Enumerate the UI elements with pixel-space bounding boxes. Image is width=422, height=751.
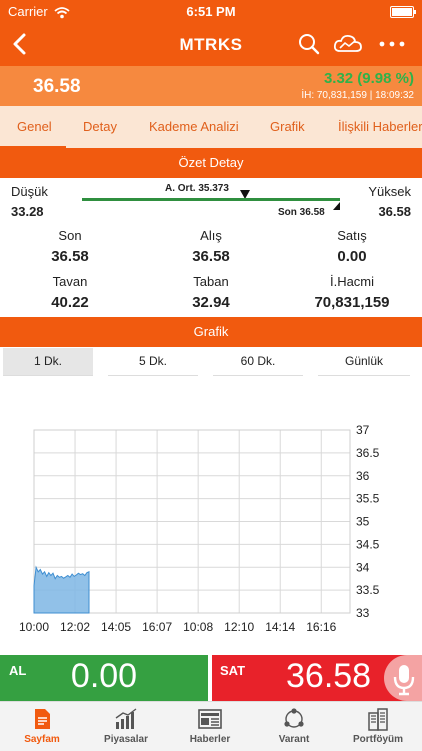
x-tick-label: 10:08 xyxy=(183,620,213,634)
tab-kademe-analizi[interactable]: Kademe Analizi xyxy=(149,106,239,148)
low-label: Düşük xyxy=(11,184,48,199)
tabbar-varant[interactable]: Varant xyxy=(252,702,336,751)
high-label: Yüksek xyxy=(368,184,411,199)
buy-value: 0.00 xyxy=(70,657,138,695)
tavan-value: 40.22 xyxy=(51,294,89,311)
last-price: 36.58 xyxy=(33,76,81,97)
tab-genel[interactable]: Genel xyxy=(17,106,52,148)
price-change: 3.32 (9.98 %) xyxy=(323,70,414,87)
y-tick-label: 35 xyxy=(356,515,370,529)
tabbar-sayfam[interactable]: Sayfam xyxy=(0,702,84,751)
period-daily[interactable]: Günlük xyxy=(318,348,410,376)
x-axis-ticks: 10:00 12:02 14:05 16:07 10:08 12:10 14:14 16:16 xyxy=(19,620,337,634)
x-tick-label: 10:00 xyxy=(19,620,49,634)
network-icon xyxy=(284,708,304,728)
y-tick-label: 33 xyxy=(356,606,370,620)
satis-value: 0.00 xyxy=(337,248,367,265)
bar-chart-icon xyxy=(115,708,137,729)
y-tick-label: 36 xyxy=(356,469,370,483)
y-tick-label: 34 xyxy=(356,560,370,574)
y-axis-ticks: 37 36.5 36 35.5 35 34.5 34 33.5 33 xyxy=(356,423,380,620)
summary-header: Özet Detay xyxy=(0,148,422,178)
tabbar-portfoyum-label: Portföyüm xyxy=(353,734,403,745)
islem-hacmi-label: İ.Hacmi xyxy=(329,274,375,289)
y-tick-label: 34.5 xyxy=(356,537,380,551)
price-chart: 37 36.5 36 35.5 35 34.5 34 33.5 33 10:00 12:02 14:… xyxy=(19,423,380,634)
tabbar-varant-label: Varant xyxy=(278,734,310,745)
x-tick-label: 14:14 xyxy=(265,620,295,634)
son-value: 36.58 xyxy=(51,248,89,265)
tab-iliskili-haberler[interactable]: İlişkili Haberler xyxy=(338,106,422,148)
alis-label: Alış xyxy=(200,228,222,243)
cloud-chart-icon xyxy=(333,34,362,52)
taban-value: 32.94 xyxy=(192,294,230,311)
battery-icon xyxy=(390,6,416,18)
period-1-min[interactable]: 1 Dk. xyxy=(3,348,93,376)
last-price-marker xyxy=(333,202,340,210)
tabbar-haberler[interactable]: Haberler xyxy=(168,702,252,751)
status-time: 6:51 PM xyxy=(186,4,236,19)
microphone-button[interactable] xyxy=(384,655,422,701)
more-button[interactable] xyxy=(376,31,408,57)
y-tick-label: 33.5 xyxy=(356,583,380,597)
period-5-min[interactable]: 5 Dk. xyxy=(108,348,198,376)
sell-value: 36.58 xyxy=(286,657,372,695)
high-value: 36.58 xyxy=(378,204,411,219)
alis-value: 36.58 xyxy=(192,248,230,265)
x-tick-label: 14:05 xyxy=(101,620,131,634)
document-icon xyxy=(35,709,50,729)
bottom-tab-bar: Sayfam Piyasalar Haberler Varant Portföy… xyxy=(0,701,422,751)
y-tick-label: 37 xyxy=(356,423,370,437)
cloud-chart-button[interactable] xyxy=(332,31,364,57)
x-tick-label: 12:02 xyxy=(60,620,90,634)
x-tick-label: 16:16 xyxy=(306,620,336,634)
tavan-label: Tavan xyxy=(52,274,88,289)
tabbar-piyasalar-label: Piyasalar xyxy=(104,734,148,745)
tab-grafik[interactable]: Grafik xyxy=(270,106,305,148)
tabbar-haberler-label: Haberler xyxy=(189,734,231,745)
tabbar-piyasalar[interactable]: Piyasalar xyxy=(84,702,168,751)
taban-label: Taban xyxy=(193,274,229,289)
more-dots-icon xyxy=(379,41,405,47)
period-60-min[interactable]: 60 Dk. xyxy=(213,348,303,376)
tabbar-sayfam-label: Sayfam xyxy=(24,734,60,745)
volume-time: İH: 70,831,159 | 18:09:32 xyxy=(301,90,414,101)
buy-box[interactable]: AL 0.00 xyxy=(0,655,208,701)
islem-hacmi-value: 70,831,159 xyxy=(314,294,390,311)
low-value: 33.28 xyxy=(11,204,44,219)
buildings-icon xyxy=(368,708,388,731)
last-price-label: Son 36.58 xyxy=(278,207,325,218)
x-tick-label: 16:07 xyxy=(142,620,172,634)
tab-detay[interactable]: Detay xyxy=(83,106,117,148)
tab-bar: Genel Detay Kademe Analizi Grafik İlişki… xyxy=(0,106,422,148)
chart-header: Grafik xyxy=(0,317,422,347)
son-label: Son xyxy=(58,228,82,243)
satis-label: Satış xyxy=(337,228,367,243)
tabbar-portfoyum[interactable]: Portföyüm xyxy=(336,702,420,751)
search-icon xyxy=(299,34,320,55)
average-label: A. Ort. 35.373 xyxy=(165,183,229,194)
search-button[interactable] xyxy=(296,31,322,57)
newspaper-icon xyxy=(198,709,222,729)
y-tick-label: 36.5 xyxy=(356,446,380,460)
y-tick-label: 35.5 xyxy=(356,492,380,506)
x-tick-label: 12:10 xyxy=(224,620,254,634)
sell-label: SAT xyxy=(220,663,246,678)
price-area xyxy=(33,565,90,614)
range-line xyxy=(82,198,340,201)
microphone-icon xyxy=(393,665,415,696)
